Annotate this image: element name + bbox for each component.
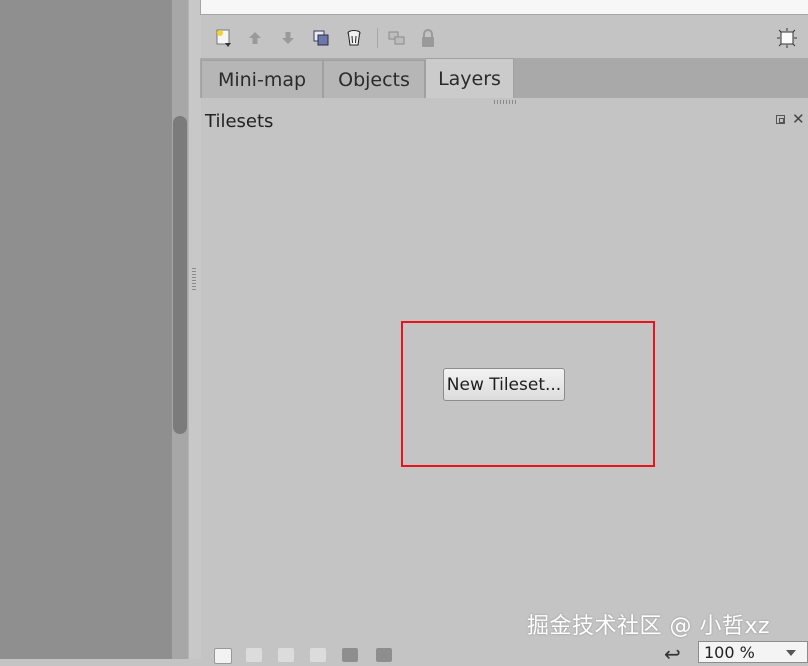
- raise-layer-icon[interactable]: [243, 26, 267, 50]
- watermark: 掘金技术社区 @ 小哲xz: [527, 614, 771, 639]
- layers-list[interactable]: [200, 0, 808, 15]
- dock-tab-bar: Mini-map Objects Layers: [200, 58, 808, 98]
- lock-icon[interactable]: [416, 26, 440, 50]
- tileset-properties-icon[interactable]: [310, 648, 326, 662]
- export-tileset-icon[interactable]: [278, 648, 294, 662]
- new-layer-icon[interactable]: [212, 26, 236, 50]
- scrollbar-thumb[interactable]: [173, 116, 187, 434]
- toggle-visibility-icon[interactable]: [385, 26, 409, 50]
- dock-splitter[interactable]: [188, 0, 201, 659]
- toolbar-separator: [377, 28, 378, 48]
- highlight-layer-icon[interactable]: [775, 26, 799, 50]
- import-tileset-icon[interactable]: [246, 648, 262, 662]
- chevron-down-icon[interactable]: [786, 650, 796, 656]
- close-panel-icon[interactable]: ✕: [792, 111, 805, 127]
- remove-tileset-icon[interactable]: [376, 648, 392, 662]
- tab-objects[interactable]: Objects: [323, 60, 425, 98]
- layers-toolbar: [200, 20, 808, 56]
- float-panel-icon[interactable]: [776, 115, 785, 124]
- map-canvas[interactable]: [0, 0, 172, 659]
- undo-icon[interactable]: ↩: [664, 644, 681, 664]
- new-tileset-button[interactable]: New Tileset...: [443, 368, 565, 401]
- duplicate-layer-icon[interactable]: [309, 26, 333, 50]
- splitter-grip[interactable]: [192, 268, 196, 292]
- lower-layer-icon[interactable]: [276, 26, 300, 50]
- remove-layer-icon[interactable]: [342, 26, 366, 50]
- tab-layers[interactable]: Layers: [425, 58, 514, 98]
- edit-tileset-icon[interactable]: [342, 648, 358, 662]
- tab-mini-map[interactable]: Mini-map: [201, 60, 323, 98]
- dock-resize-grip[interactable]: [494, 100, 518, 104]
- new-tileset-icon[interactable]: [214, 648, 232, 664]
- tilesets-panel-title: Tilesets: [205, 111, 274, 132]
